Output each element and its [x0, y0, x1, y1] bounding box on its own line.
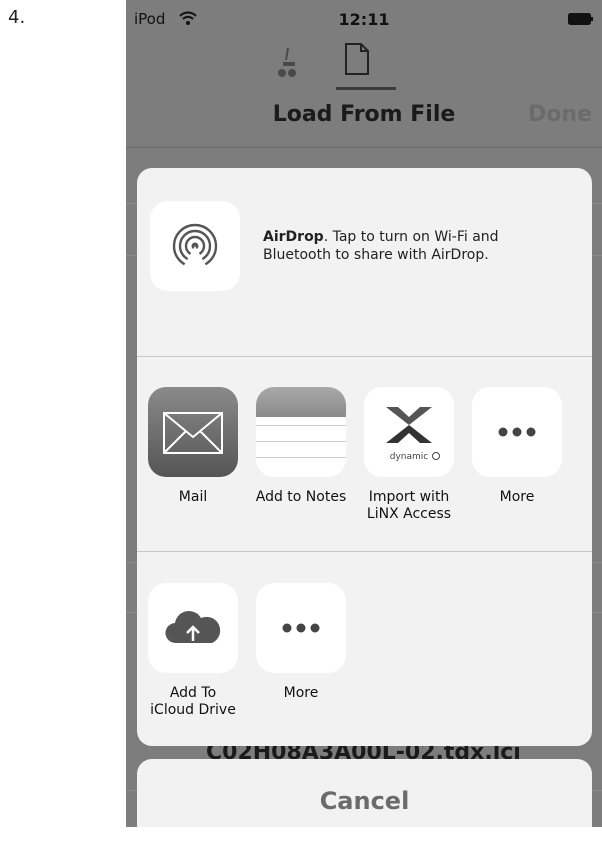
share-app-label: Import with LiNX Access [356, 489, 462, 523]
wheelchair-icon[interactable] [276, 44, 298, 78]
airdrop-description: AirDrop. Tap to turn on Wi-Fi and Blueto… [263, 228, 563, 264]
share-action-label: Add To iCloud Drive [140, 685, 246, 719]
share-sheet: AirDrop. Tap to turn on Wi-Fi and Blueto… [137, 168, 592, 746]
share-action-icloud[interactable]: Add To iCloud Drive [140, 583, 246, 719]
section-divider [137, 356, 592, 357]
nav-divider [126, 147, 602, 148]
section-divider [137, 551, 592, 552]
share-app-mail[interactable]: Mail [140, 387, 246, 506]
notes-icon-line [256, 457, 346, 458]
more-dots-icon[interactable] [472, 387, 562, 477]
share-app-label: Add to Notes [255, 489, 347, 505]
phone-screen: iPod 12:11 Load From File Done C02H08A3A… [126, 0, 602, 827]
notes-icon-header [256, 387, 346, 417]
share-app-label-line1: Import with [368, 489, 450, 505]
share-action-label-line2: iCloud Drive [150, 702, 236, 718]
airdrop-title: AirDrop [263, 229, 324, 245]
cloud-upload-icon[interactable] [148, 583, 238, 673]
mail-icon[interactable] [148, 387, 238, 477]
done-button[interactable]: Done [528, 102, 592, 127]
share-app-notes[interactable]: Add to Notes [248, 387, 354, 506]
share-app-linx[interactable]: dynamic Import with LiNX Access [356, 387, 462, 523]
nav-tab-bar [126, 40, 602, 92]
share-app-label: More [499, 489, 535, 505]
cancel-panel: Cancel [137, 759, 592, 827]
dynamic-logo-icon[interactable]: dynamic [364, 387, 454, 477]
status-time: 12:11 [338, 10, 390, 29]
battery-icon [568, 13, 593, 25]
share-action-more[interactable]: More [248, 583, 354, 702]
airdrop-icon[interactable] [150, 201, 240, 291]
share-action-label-line1: Add To [169, 685, 217, 701]
notes-icon[interactable] [256, 387, 346, 477]
notes-icon-line [256, 441, 346, 442]
more-dots-icon[interactable] [256, 583, 346, 673]
share-app-label-line2: LiNX Access [366, 506, 452, 522]
selected-tab-indicator [336, 87, 396, 90]
cancel-button[interactable]: Cancel [137, 759, 592, 827]
step-number: 4. [8, 7, 26, 28]
notes-icon-line [256, 425, 346, 426]
share-app-label: Mail [178, 489, 208, 505]
dynamic-logo-text: dynamic [390, 452, 429, 462]
airdrop-section[interactable]: AirDrop. Tap to turn on Wi-Fi and Blueto… [137, 168, 592, 356]
share-app-more[interactable]: More [464, 387, 570, 506]
file-icon[interactable] [344, 42, 370, 76]
status-bar: iPod 12:11 [126, 0, 602, 40]
share-action-label: More [283, 685, 319, 701]
